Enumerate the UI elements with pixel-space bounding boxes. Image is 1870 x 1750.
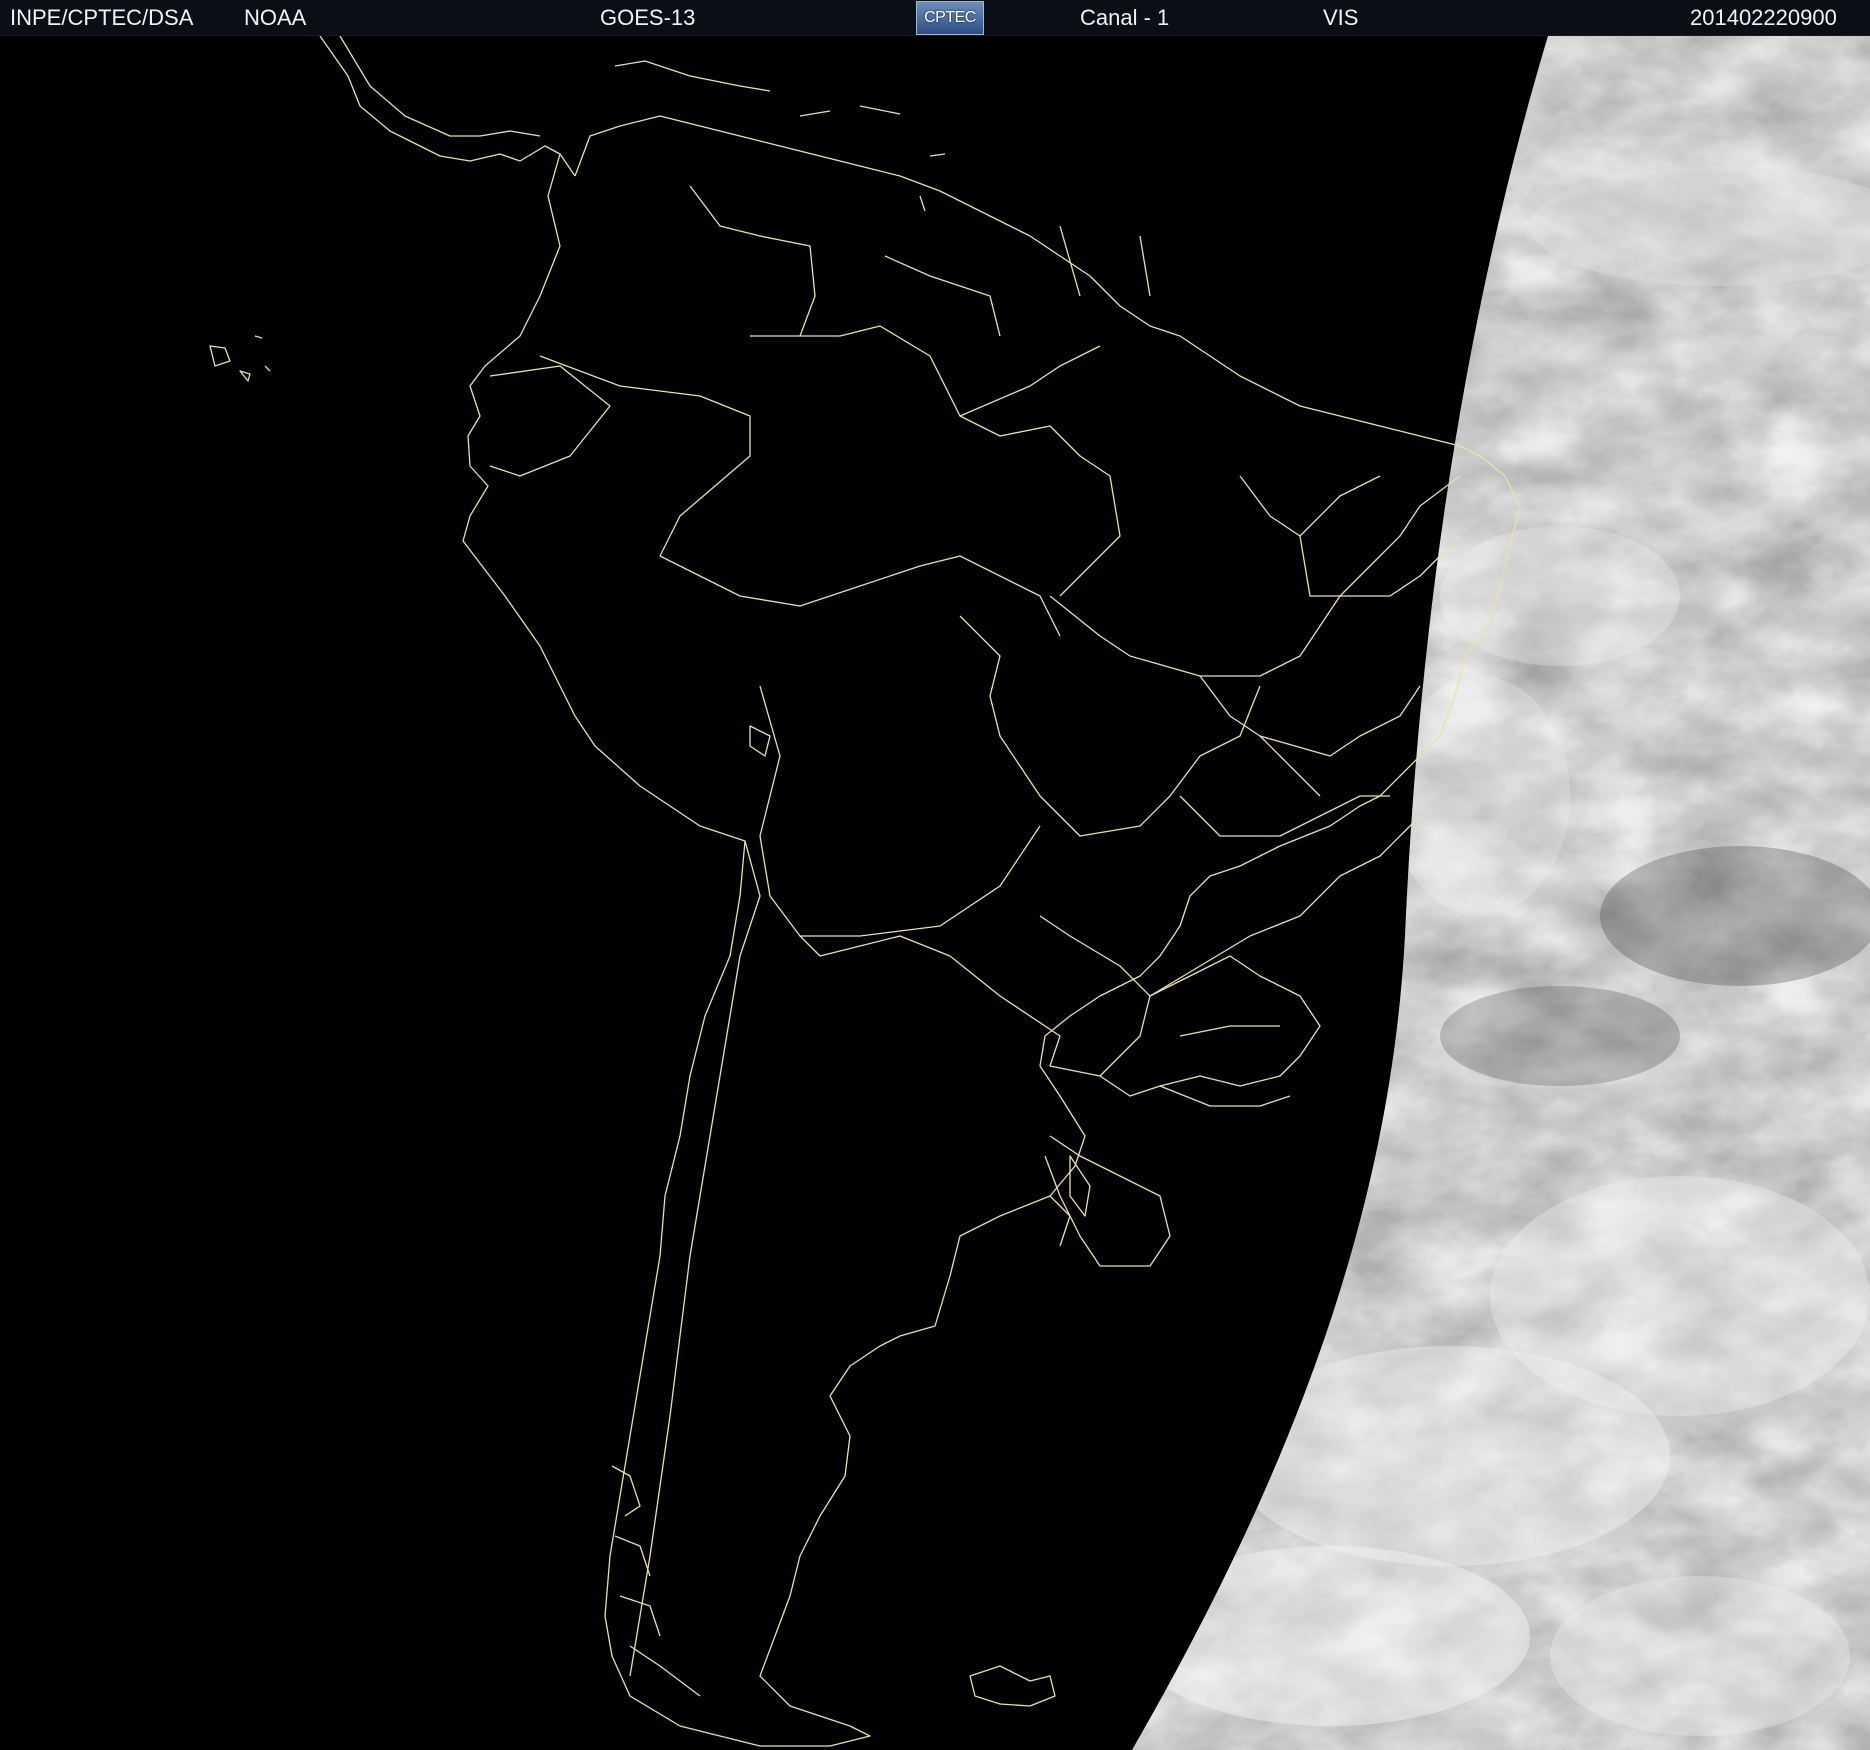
satellite-label: GOES-13 xyxy=(600,5,696,30)
agency-label: NOAA xyxy=(244,5,307,30)
cptec-logo: CPTEC xyxy=(916,1,984,35)
header-bar: INPE/CPTEC/DSA NOAA GOES-13 CPTEC Canal … xyxy=(0,0,1870,36)
band-label: VIS xyxy=(1323,5,1359,30)
timestamp-label: 201402220900 xyxy=(1690,5,1837,30)
logo-text: CPTEC xyxy=(924,9,976,26)
organization-label: INPE/CPTEC/DSA xyxy=(10,5,194,30)
map-canvas xyxy=(0,36,1870,1750)
satellite-image-frame: INPE/CPTEC/DSA NOAA GOES-13 CPTEC Canal … xyxy=(0,0,1870,1750)
satellite-map xyxy=(0,36,1870,1750)
channel-label: Canal - 1 xyxy=(1080,5,1170,30)
